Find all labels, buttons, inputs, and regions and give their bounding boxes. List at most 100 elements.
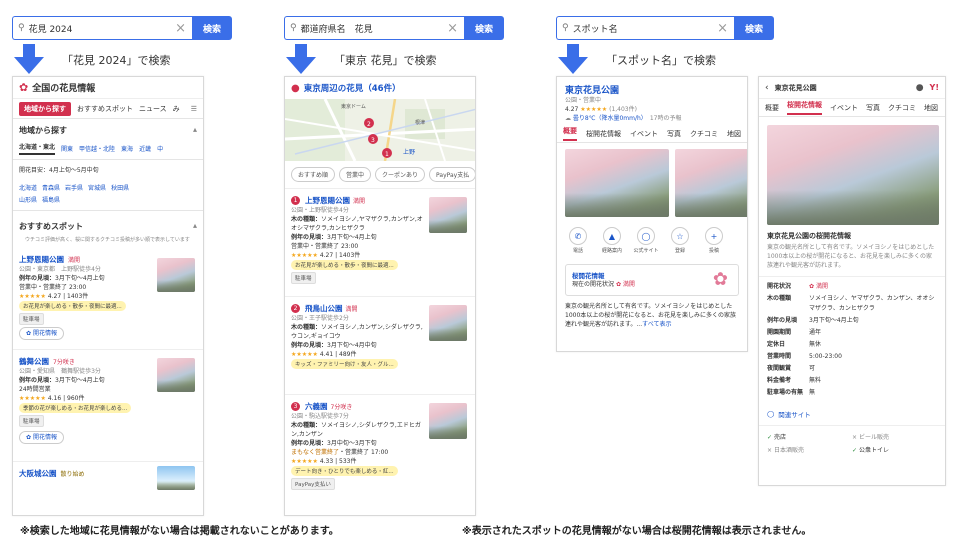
spot-photo[interactable] bbox=[429, 305, 467, 341]
spot-period: 例年の見頃：3月下旬〜4月上旬 bbox=[291, 234, 377, 241]
region-tab[interactable]: 関東 bbox=[61, 144, 73, 153]
region-tabs: 北海道・東北 関東 甲信越・北陸 東海 近畿 中 bbox=[13, 140, 203, 160]
pref-link[interactable]: 青森県 bbox=[42, 183, 60, 192]
region-tab[interactable]: 北海道・東北 bbox=[19, 142, 56, 155]
pref-link[interactable]: 宮城県 bbox=[88, 183, 106, 192]
tab-map[interactable]: 地図 bbox=[924, 103, 938, 113]
pref-link[interactable]: 山形県 bbox=[19, 195, 37, 204]
tab-event[interactable]: イベント bbox=[830, 103, 858, 113]
spot-card[interactable]: 大阪城公園 散り始め bbox=[13, 462, 203, 492]
spot-photo[interactable] bbox=[429, 403, 467, 439]
website-button[interactable]: ◯ 公式サイト bbox=[629, 227, 663, 254]
spot-name[interactable]: 六義園 bbox=[305, 401, 328, 412]
tab-recommend[interactable]: おすすめスポット bbox=[77, 104, 133, 114]
back-icon[interactable]: ‹ bbox=[765, 83, 769, 93]
result-item[interactable]: 2 飛鳥山公園 満開 公園・王子駅徒歩2分 木の種類：ソメイヨシノ,カンザン,シ… bbox=[285, 297, 475, 395]
region-tab[interactable]: 近畿 bbox=[139, 144, 151, 153]
bloom-info-card[interactable]: 桜開花情報 現在の開花状況 ✿ 満開 ✿ bbox=[565, 264, 739, 296]
spot-name[interactable]: 上野恩賜公園 bbox=[19, 254, 64, 265]
spot-photo[interactable] bbox=[565, 149, 669, 217]
bloom-info-button[interactable]: ✿ 開花情報 bbox=[19, 431, 64, 444]
result-number: 3 bbox=[291, 402, 300, 411]
pref-link[interactable]: 福島県 bbox=[42, 195, 60, 204]
tab-overview[interactable]: 概要 bbox=[765, 103, 779, 113]
save-button[interactable]: ☆ 登録 bbox=[663, 227, 697, 254]
search-input[interactable]: ⚲ 花見 2024 × bbox=[12, 16, 192, 40]
region-section-head: 地域から探す ▴ bbox=[19, 125, 197, 135]
spot-photo[interactable] bbox=[675, 149, 747, 217]
tab-bloom[interactable]: 桜開花情報 bbox=[787, 100, 822, 115]
spot-name[interactable]: 上野恩賜公園 bbox=[305, 195, 350, 206]
pref-link[interactable]: 岩手県 bbox=[65, 183, 83, 192]
search-bar-2[interactable]: ⚲ 都道府県名 花見 × 検索 bbox=[284, 16, 504, 40]
tab-map[interactable]: 地図 bbox=[727, 129, 741, 139]
spot-card[interactable]: 上野恩賜公園 満開 公園・東京都 上野駅徒歩4分 例年の見頃：3月下旬〜4月上旬… bbox=[13, 250, 203, 350]
search-input[interactable]: ⚲ スポット名 × bbox=[556, 16, 734, 40]
tab-photo[interactable]: 写真 bbox=[866, 103, 880, 113]
facilities: ✓ 売店 × ビール販売 × 日本酒販売 ✓ 公衆トイレ bbox=[759, 426, 945, 460]
bloom-info-button[interactable]: ✿ 開花情報 bbox=[19, 327, 64, 340]
spot-card[interactable]: 鶴舞公園 7分咲き 公園・愛知県 鶴舞駅徒歩3分 例年の見頃：3月下旬〜4月上旬… bbox=[13, 350, 203, 462]
filter-chip[interactable]: クーポンあり bbox=[375, 167, 426, 182]
bloom-status: 7分咲き bbox=[330, 404, 353, 411]
filter-chip[interactable]: PayPay支払 bbox=[429, 167, 475, 182]
filter-chip[interactable]: 営業中 bbox=[339, 167, 372, 182]
spot-description: 東京の観光名所として有名です。ソメイヨシノをはじめとした1000本以上の桜が開花… bbox=[565, 303, 737, 328]
search-bar-1[interactable]: ⚲ 花見 2024 × 検索 bbox=[12, 16, 232, 40]
hero-photo[interactable] bbox=[767, 125, 939, 225]
info-row: 開花状況 ✿ 満開 bbox=[767, 283, 828, 290]
result-item[interactable]: 1 上野恩賜公園 満開 公園・上野駅徒歩4分 木の種類：ソメイヨシノ,ヤマザクラ… bbox=[285, 189, 475, 297]
post-button[interactable]: + 投稿 bbox=[697, 227, 731, 254]
spot-photo[interactable] bbox=[429, 197, 467, 233]
tab-review[interactable]: クチコミ bbox=[888, 103, 916, 113]
search-button[interactable]: 検索 bbox=[464, 16, 504, 40]
menu-icon[interactable]: ☰ bbox=[191, 105, 197, 113]
recommend-section-head: おすすめスポット ▴ bbox=[19, 221, 197, 231]
user-icon[interactable]: ● bbox=[916, 83, 924, 93]
sort-chip[interactable]: おすすめ順 bbox=[291, 167, 336, 182]
call-button[interactable]: ✆ 電話 bbox=[561, 227, 595, 254]
tab-region[interactable]: 地域から探す bbox=[19, 101, 71, 116]
spot-photo[interactable] bbox=[157, 258, 195, 292]
tab-review[interactable]: クチコミ bbox=[690, 129, 718, 139]
spot-varieties: 木の種類：ソメイヨシノ,シダレザクラ,エドヒガン,カンザン bbox=[291, 422, 421, 438]
map[interactable]: 2 3 1 上野 東京ドーム 根津 bbox=[285, 99, 475, 161]
route-button[interactable]: ▲ 経路案内 bbox=[595, 227, 629, 254]
pref-link[interactable]: 北海道 bbox=[19, 183, 37, 192]
bloom-description: 東京の観光名所として有名です。ソメイヨシノをはじめとした1000本以上の桜が開花… bbox=[759, 243, 945, 277]
info-row: 例年の見頃 3月下旬〜4月上旬 bbox=[767, 317, 859, 324]
show-all-link[interactable]: すべて表示 bbox=[642, 321, 671, 328]
pref-link[interactable]: 秋田県 bbox=[111, 183, 129, 192]
clear-icon[interactable]: × bbox=[447, 21, 458, 36]
tab-bloom[interactable]: 桜開花情報 bbox=[586, 129, 621, 139]
map-label: 上野 bbox=[403, 149, 416, 156]
region-tab[interactable]: 中 bbox=[157, 144, 163, 153]
clear-icon[interactable]: × bbox=[175, 21, 186, 36]
tab-more[interactable]: み bbox=[173, 104, 180, 114]
spot-rating: 4.27 ★★★★★ (1,403件) bbox=[565, 106, 637, 113]
navigation-icon: ▲ bbox=[603, 227, 621, 245]
spot-photo[interactable] bbox=[157, 466, 195, 490]
spot-name[interactable]: 鶴舞公園 bbox=[19, 356, 49, 367]
region-tab[interactable]: 甲信越・北陸 bbox=[79, 144, 115, 153]
spot-name[interactable]: 飛鳥山公園 bbox=[305, 303, 343, 314]
tab-news[interactable]: ニュース bbox=[139, 104, 167, 114]
tab-photo[interactable]: 写真 bbox=[667, 129, 681, 139]
tab-overview[interactable]: 概要 bbox=[563, 126, 577, 141]
related-site-link[interactable]: ◯ 関連サイト bbox=[759, 399, 945, 426]
down-arrow-icon bbox=[14, 44, 44, 74]
detail-tabs: 概要 桜開花情報 イベント 写真 クチコミ 地図 bbox=[557, 125, 747, 143]
search-button[interactable]: 検索 bbox=[734, 16, 774, 40]
search-button[interactable]: 検索 bbox=[192, 16, 232, 40]
tab-event[interactable]: イベント bbox=[630, 129, 658, 139]
yahoo-logo-icon[interactable]: Y! bbox=[930, 83, 939, 92]
spot-name[interactable]: 東京花見公園 bbox=[565, 83, 739, 96]
search-bar-3[interactable]: ⚲ スポット名 × 検索 bbox=[556, 16, 774, 40]
search-input[interactable]: ⚲ 都道府県名 花見 × bbox=[284, 16, 464, 40]
spot-name[interactable]: 大阪城公園 bbox=[19, 468, 57, 479]
spot-photo[interactable] bbox=[157, 358, 195, 392]
result-item[interactable]: 3 六義園 7分咲き 公園・駒込駅徒歩7分 木の種類：ソメイヨシノ,シダレザクラ… bbox=[285, 395, 475, 505]
region-tab[interactable]: 東海 bbox=[121, 144, 133, 153]
clear-icon[interactable]: × bbox=[717, 21, 728, 36]
search-icon: ⚲ bbox=[18, 23, 25, 33]
